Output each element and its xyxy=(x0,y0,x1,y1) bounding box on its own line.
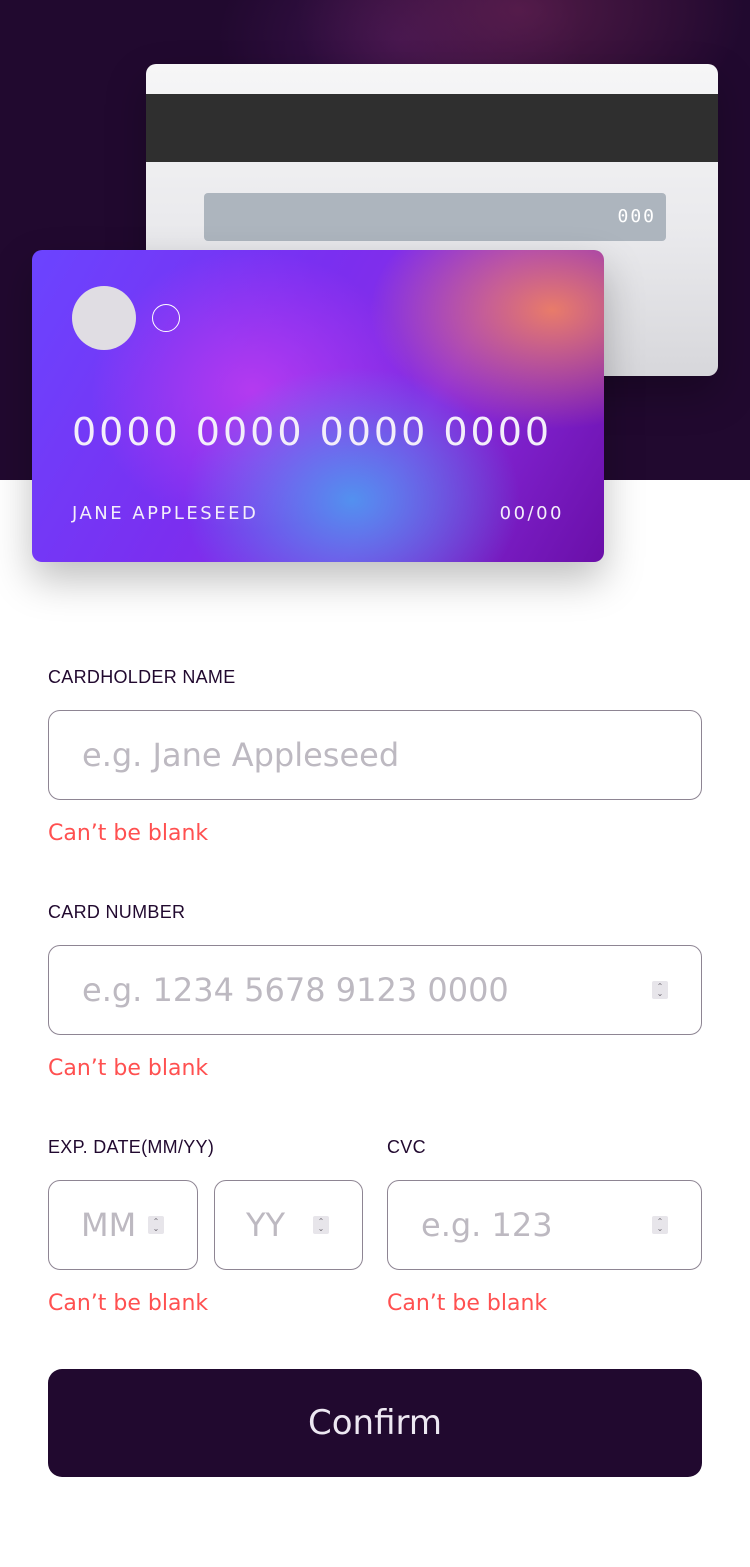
magnetic-stripe xyxy=(146,94,718,162)
cvc-input[interactable]: e.g. 123 ⌃ ⌄ xyxy=(387,1180,702,1270)
expiry-year-placeholder: YY xyxy=(246,1206,286,1244)
card-front: 0000 0000 0000 0000 JANE APPLESEED 00/00 xyxy=(32,250,604,562)
card-logo-ring-icon xyxy=(152,304,180,332)
cardholder-name-error: Can’t be blank xyxy=(48,821,209,846)
cardholder-name-label: CARDHOLDER NAME xyxy=(48,667,236,687)
expiry-year-input[interactable]: YY ⌃ ⌄ xyxy=(214,1180,363,1270)
cardholder-name-input[interactable]: e.g. Jane Appleseed xyxy=(48,710,702,800)
card-number-placeholder: e.g. 1234 5678 9123 0000 xyxy=(82,971,509,1009)
expiry-label: EXP. DATE(MM/YY) xyxy=(48,1137,215,1157)
cvc-placeholder: e.g. 123 xyxy=(421,1206,553,1244)
card-back-cvc: 000 xyxy=(617,206,656,227)
card-front-expiry: 00/00 xyxy=(499,503,564,524)
expiry-month-placeholder: MM xyxy=(81,1206,137,1244)
expiry-year-spinner-icon[interactable]: ⌃ ⌄ xyxy=(313,1216,329,1234)
card-number-label: CARD NUMBER xyxy=(48,902,186,922)
expiry-error: Can’t be blank xyxy=(48,1291,209,1316)
expiry-month-spinner-icon[interactable]: ⌃ ⌄ xyxy=(148,1216,164,1234)
cvc-spinner-icon[interactable]: ⌃ ⌄ xyxy=(652,1216,668,1234)
expiry-month-input[interactable]: MM ⌃ ⌄ xyxy=(48,1180,198,1270)
card-number-error: Can’t be blank xyxy=(48,1056,209,1081)
cvc-label: CVC xyxy=(387,1137,426,1157)
confirm-button[interactable]: Confirm xyxy=(48,1369,702,1477)
signature-strip xyxy=(204,193,666,241)
card-front-name: JANE APPLESEED xyxy=(72,503,259,524)
card-number-input[interactable]: e.g. 1234 5678 9123 0000 ⌃ ⌄ xyxy=(48,945,702,1035)
card-number-spinner-icon[interactable]: ⌃ ⌄ xyxy=(652,981,668,999)
card-logo-circle-icon xyxy=(72,286,136,350)
cardholder-name-placeholder: e.g. Jane Appleseed xyxy=(82,736,400,774)
cvc-error: Can’t be blank xyxy=(387,1291,548,1316)
card-front-number: 0000 0000 0000 0000 xyxy=(72,410,553,454)
